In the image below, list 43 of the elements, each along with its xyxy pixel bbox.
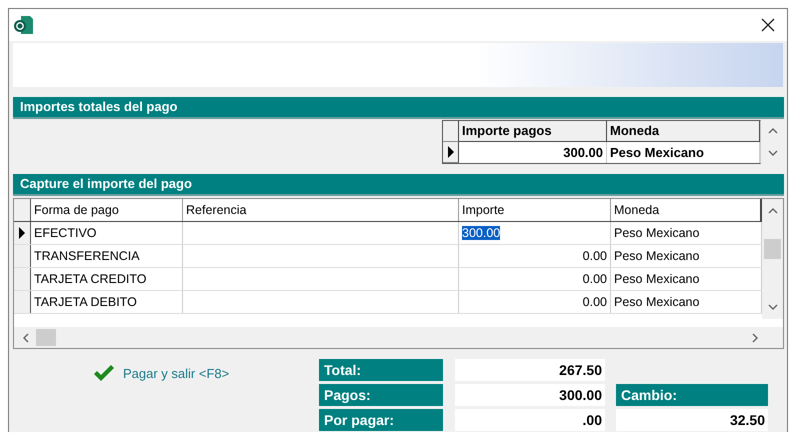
scroll-down-icon[interactable]	[768, 303, 778, 311]
table-cell: TRANSFERENCIA	[31, 245, 183, 267]
table-cell: EFECTIVO	[31, 222, 183, 244]
summary-label: Cambio:	[616, 384, 768, 406]
row-indicator[interactable]	[443, 142, 459, 163]
column-header[interactable]: Importe pagos	[459, 121, 607, 142]
scroll-left-icon[interactable]	[22, 332, 30, 342]
amount-input[interactable]: 300.00	[462, 226, 500, 240]
close-icon[interactable]	[761, 18, 775, 32]
summary-label: Pagos:	[319, 384, 443, 406]
scrollbar-thumb[interactable]	[764, 239, 781, 259]
summary-value: 267.50	[455, 359, 605, 381]
row-indicator[interactable]	[14, 222, 31, 244]
scroll-right-icon[interactable]	[751, 332, 759, 342]
table-cell: TARJETA DEBITO	[31, 291, 183, 313]
summary-value: .00	[455, 409, 605, 431]
row-indicator[interactable]	[14, 291, 31, 313]
row-pointer-icon	[448, 146, 454, 158]
section-header: Importes totales del pago	[13, 97, 784, 119]
summary-value: 300.00	[455, 384, 605, 406]
row-indicator[interactable]	[14, 245, 31, 267]
corner-cell	[14, 199, 31, 221]
column-header[interactable]: Moneda	[607, 121, 760, 142]
scrollbar-thumb[interactable]	[36, 329, 56, 346]
document-coin-icon	[13, 14, 35, 36]
scroll-up-icon[interactable]	[768, 127, 778, 135]
scroll-up-icon[interactable]	[768, 207, 778, 215]
table-cell: 0.00	[582, 295, 607, 309]
table-cell: Peso Mexicano	[607, 142, 760, 163]
scroll-down-icon[interactable]	[768, 149, 778, 157]
summary-label: Por pagar:	[319, 409, 443, 431]
row-pointer-icon	[19, 227, 25, 239]
table-cell: 0.00	[582, 249, 607, 263]
summary-value: 32.50	[616, 409, 768, 431]
row-indicator[interactable]	[14, 268, 31, 290]
corner-cell	[443, 121, 459, 142]
table-cell: 0.00	[582, 272, 607, 286]
pay-and-exit-button[interactable]: Pagar y salir <F8>	[93, 363, 319, 383]
section-header: Capture el importe del pago	[13, 174, 784, 196]
table-cell: 300.00	[459, 142, 607, 163]
checkmark-icon	[93, 364, 115, 382]
summary-label: Total:	[319, 359, 443, 381]
table-cell: TARJETA CREDITO	[31, 268, 183, 290]
